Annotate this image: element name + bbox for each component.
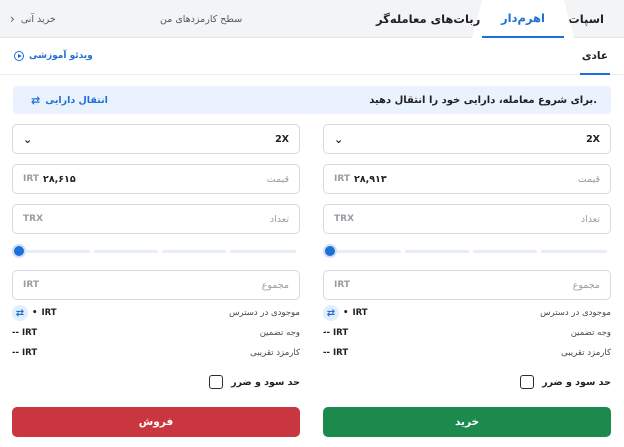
sell-panel: ⌄ 2X IRT ۲۸,۶۱۵ قیمت TRX تعداد IRT مجموع…	[12, 0, 300, 447]
tpsl-label: حد سود و ضرر	[231, 376, 300, 388]
available-balance-label: موجودی در دسترس	[229, 308, 300, 318]
available-dot: •	[343, 308, 349, 318]
take-profit-stop-loss-toggle[interactable]: حد سود و ضرر	[520, 375, 611, 389]
total-unit: IRT	[334, 280, 351, 290]
slider-segment	[337, 250, 401, 253]
leverage-select[interactable]: ⌄ 2X	[12, 124, 300, 154]
buy-panel: ⌄ 2X IRT ۲۸,۹۱۳ قیمت TRX تعداد IRT مجموع…	[323, 0, 611, 447]
quantity-input[interactable]: TRX تعداد	[12, 204, 300, 234]
available-balance-value: ⇄ • IRT	[12, 305, 57, 321]
quantity-label: تعداد	[580, 213, 600, 225]
slider-handle[interactable]	[323, 244, 337, 258]
slider-segment	[94, 250, 158, 253]
slider-segment	[405, 250, 469, 253]
margin-label: وجه تضمین	[259, 328, 300, 338]
slider-segment	[541, 250, 607, 253]
available-balance-row: ⇄ • IRT موجودی در دسترس	[323, 305, 611, 321]
total-input[interactable]: IRT مجموع	[12, 270, 300, 300]
quantity-unit: TRX	[334, 214, 355, 224]
price-value: IRT ۲۸,۹۱۳	[334, 174, 387, 185]
available-unit: IRT	[41, 308, 57, 318]
leverage-value: 2X	[275, 133, 289, 145]
fee-value: -- IRT	[323, 348, 349, 358]
margin-label: وجه تضمین	[570, 328, 611, 338]
margin-value: -- IRT	[12, 328, 38, 338]
slider-segment	[26, 250, 90, 253]
available-balance-row: ⇄ • IRT موجودی در دسترس	[12, 305, 300, 321]
price-number: ۲۸,۹۱۳	[354, 173, 387, 185]
buy-button[interactable]: خرید	[323, 407, 611, 437]
swap-arrows-icon[interactable]: ⇄	[323, 305, 339, 321]
amount-slider[interactable]	[12, 244, 300, 258]
leverage-value: 2X	[586, 133, 600, 145]
tpsl-checkbox[interactable]	[520, 375, 535, 389]
price-number: ۲۸,۶۱۵	[43, 173, 76, 185]
quantity-label: تعداد	[269, 213, 289, 225]
price-unit: IRT	[23, 173, 40, 184]
available-unit: IRT	[352, 308, 368, 318]
chevron-down-icon: ⌄	[23, 132, 33, 146]
swap-arrows-icon[interactable]: ⇄	[12, 305, 28, 321]
sell-button[interactable]: فروش	[12, 407, 300, 437]
take-profit-stop-loss-toggle[interactable]: حد سود و ضرر	[209, 375, 300, 389]
slider-segment	[230, 250, 296, 253]
fee-label: کارمزد تقریبی	[250, 348, 300, 358]
available-balance-label: موجودی در دسترس	[540, 308, 611, 318]
slider-segment	[473, 250, 537, 253]
available-balance-value: ⇄ • IRT	[323, 305, 368, 321]
fee-label: کارمزد تقریبی	[561, 348, 611, 358]
price-label: قیمت	[577, 173, 600, 185]
total-label: مجموع	[572, 279, 600, 291]
tpsl-label: حد سود و ضرر	[542, 376, 611, 388]
fee-row: -- IRT کارمزد تقریبی	[12, 346, 300, 360]
margin-value: -- IRT	[323, 328, 349, 338]
chevron-down-icon: ⌄	[334, 132, 344, 146]
margin-row: -- IRT وجه تضمین	[12, 326, 300, 340]
price-unit: IRT	[334, 173, 351, 184]
total-input[interactable]: IRT مجموع	[323, 270, 611, 300]
slider-handle[interactable]	[12, 244, 26, 258]
quantity-unit: TRX	[23, 214, 44, 224]
slider-segment	[162, 250, 226, 253]
price-value: IRT ۲۸,۶۱۵	[23, 174, 76, 185]
quantity-input[interactable]: TRX تعداد	[323, 204, 611, 234]
fee-value: -- IRT	[12, 348, 38, 358]
leverage-select[interactable]: ⌄ 2X	[323, 124, 611, 154]
available-dot: •	[32, 308, 38, 318]
price-label: قیمت	[266, 173, 289, 185]
amount-slider[interactable]	[323, 244, 611, 258]
total-label: مجموع	[261, 279, 289, 291]
fee-row: -- IRT کارمزد تقریبی	[323, 346, 611, 360]
margin-row: -- IRT وجه تضمین	[323, 326, 611, 340]
price-input[interactable]: IRT ۲۸,۶۱۵ قیمت	[12, 164, 300, 194]
tpsl-checkbox[interactable]	[209, 375, 224, 389]
total-unit: IRT	[23, 280, 40, 290]
price-input[interactable]: IRT ۲۸,۹۱۳ قیمت	[323, 164, 611, 194]
